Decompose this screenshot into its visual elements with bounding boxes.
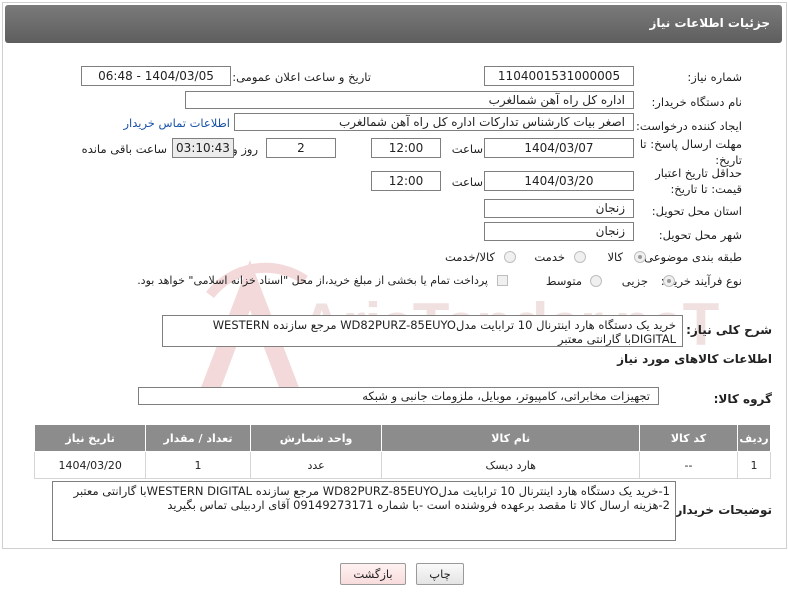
category-goods-service-radio[interactable] [504,251,516,263]
remaining-days-field: 2 [266,138,336,158]
need-number-label: شماره نیاز: [687,70,742,84]
header-bar: جزئیات اطلاعات نیاز [5,5,782,43]
goods-group-label: گروه کالا: [713,392,772,406]
buyer-notes-line-1: 1-خرید یک دستگاه هارد اینترنال 10 ترابای… [73,484,670,498]
requester-label: ایجاد کننده درخواست: [636,119,742,133]
print-button[interactable]: چاپ [416,563,464,585]
remaining-time-label: ساعت باقی مانده [81,142,167,156]
cell-unit: عدد [249,451,383,479]
back-button[interactable]: بازگشت [340,563,406,585]
purchase-medium-label: متوسط [545,274,582,288]
cell-item-code: -- [638,451,739,479]
category-label: طبقه بندی موضوعی: [640,250,742,264]
goods-group-field: تجهیزات مخابراتی، کامپیوتر، موبایل، ملزو… [138,387,659,405]
goods-info-title: اطلاعات کالاهای مورد نیاز [617,352,772,366]
requester-field: اصغر بیات کارشناس تدارکات اداره کل راه آ… [234,113,634,131]
reply-time-field: 12:00 [371,138,441,158]
reply-time-label: ساعت [451,142,483,156]
col-header-unit: واحد شمارش [249,424,383,452]
category-goods-radio[interactable] [634,251,646,263]
category-service-label: خدمت [534,250,565,264]
col-header-need-date: تاریخ نیاز [33,424,147,452]
category-goods-label: کالا [607,250,623,264]
cell-row-number: 1 [737,451,771,479]
table-header-row: ردیف کد کالا نام کالا واحد شمارش تعداد /… [33,424,771,452]
need-number-field: 1104001531000005 [484,66,634,86]
buyer-notes-line-2: 2-هزینه ارسال کالا تا مقصد برعهده فروشند… [167,498,670,512]
col-header-row-number: ردیف [737,424,771,452]
price-time-field: 12:00 [371,171,441,191]
buyer-notes-field: 1-خرید یک دستگاه هارد اینترنال 10 ترابای… [52,481,676,541]
col-header-quantity: تعداد / مقدار [145,424,251,452]
items-table: ردیف کد کالا نام کالا واحد شمارش تعداد /… [33,424,771,479]
price-date-field: 1404/03/20 [484,171,634,191]
price-validity-label: حداقل تاریخ اعتبار قیمت: تا تاریخ: [655,166,742,196]
province-field: زنجان [484,199,634,218]
price-time-label: ساعت [451,175,483,189]
buyer-org-label: نام دستگاه خریدار: [651,95,742,109]
treasury-payment-checkbox[interactable] [497,275,508,286]
buyer-contact-link[interactable]: اطلاعات تماس خریدار [123,116,230,130]
announce-datetime-field: 1404/03/05 - 06:48 [81,66,231,86]
col-header-item-code: کد کالا [638,424,739,452]
remaining-time-field: 03:10:43 [172,138,234,158]
reply-date-field: 1404/03/07 [484,138,634,158]
treasury-payment-note: پرداخت تمام یا بخشی از مبلغ خرید،از محل … [137,274,488,287]
purchase-minor-radio[interactable] [663,275,675,287]
province-label: استان محل تحویل: [651,204,742,218]
general-desc-text: خرید یک دستگاه هارد اینترنال 10 ترابایت … [212,318,676,346]
cell-need-date: 1404/03/20 [33,451,147,479]
announce-datetime-label: تاریخ و ساعت اعلان عمومی: [232,70,371,84]
city-field: زنجان [484,222,634,241]
page-title: جزئیات اطلاعات نیاز [649,16,770,30]
cell-item-name: هارد دیسک [381,451,640,479]
purchase-minor-label: جزیی [621,274,648,288]
category-goods-service-label: کالا/خدمت [444,250,495,264]
table-row[interactable]: 1 -- هارد دیسک عدد 1 1404/03/20 [33,451,771,479]
col-header-item-name: نام کالا [381,424,640,452]
category-service-radio[interactable] [574,251,586,263]
general-desc-field: خرید یک دستگاه هارد اینترنال 10 ترابایت … [162,315,683,347]
city-label: شهر محل تحویل: [658,228,742,242]
cell-quantity: 1 [145,451,251,479]
reply-deadline-label: مهلت ارسال پاسخ: تا تاریخ: [639,137,742,167]
buyer-org-field: اداره کل راه آهن شمالغرب [185,91,634,109]
remaining-days-label: روز و [232,142,258,156]
purchase-medium-radio[interactable] [590,275,602,287]
general-desc-label: شرح کلی نیاز: [686,323,772,337]
buyer-notes-label: توضیحات خریدار: [670,503,772,517]
